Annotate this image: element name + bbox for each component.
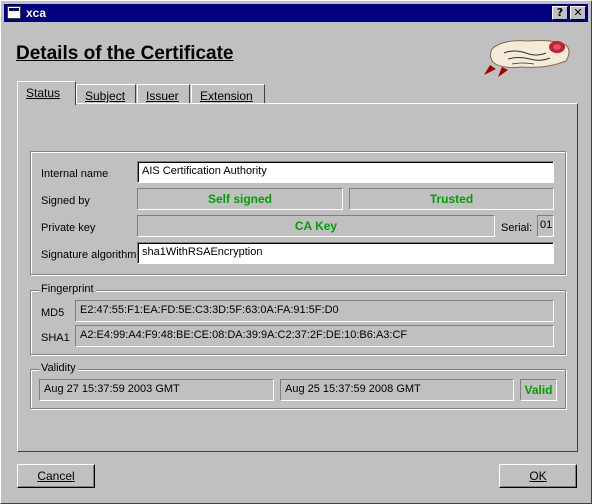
- ok-button[interactable]: OK: [499, 464, 577, 488]
- serial-value: 01: [537, 215, 554, 237]
- close-button[interactable]: ✕: [570, 6, 586, 20]
- signature-algorithm-label: Signature algorithm: [41, 249, 137, 261]
- trust-state-value: Trusted: [349, 188, 554, 210]
- not-before-value: Aug 27 15:37:59 2003 GMT: [39, 379, 274, 401]
- validity-legend: Validity: [39, 362, 78, 374]
- validity-groupbox: Validity Aug 27 15:37:59 2003 GMT Aug 25…: [30, 362, 566, 409]
- md5-value: E2:47:55:F1:EA:FD:5E:C3:3D:5F:63:0A:FA:9…: [75, 300, 554, 322]
- help-button[interactable]: ?: [552, 6, 568, 20]
- signed-by-label: Signed by: [41, 195, 90, 207]
- title-bar[interactable]: xca ? ✕: [4, 4, 588, 22]
- window-icon: [7, 6, 21, 19]
- private-key-value: CA Key: [137, 215, 495, 237]
- dialog-window: xca ? ✕ Details of the Certificate Statu…: [0, 0, 592, 504]
- tab-panel-status: Internal name AIS Certification Authorit…: [17, 103, 578, 452]
- validity-status-badge: Valid: [520, 379, 557, 401]
- cancel-button[interactable]: Cancel: [17, 464, 95, 488]
- md5-label: MD5: [41, 307, 65, 319]
- sha1-value: A2:E4:99:A4:F9:48:BE:CE:08:DA:39:9A:C2:3…: [75, 325, 554, 347]
- signed-by-value: Self signed: [137, 188, 343, 210]
- general-groupbox: Internal name AIS Certification Authorit…: [30, 151, 566, 275]
- fingerprint-groupbox: Fingerprint MD5 E2:47:55:F1:EA:FD:5E:C3:…: [30, 283, 566, 355]
- private-key-label: Private key: [41, 222, 96, 234]
- not-after-value: Aug 25 15:37:59 2008 GMT: [280, 379, 514, 401]
- signature-algorithm-field[interactable]: sha1WithRSAEncryption: [137, 242, 554, 264]
- fingerprint-legend: Fingerprint: [39, 283, 96, 295]
- internal-name-field[interactable]: AIS Certification Authority: [137, 161, 554, 183]
- seal-scroll-logo-icon: [484, 40, 570, 77]
- window-title: xca: [26, 6, 47, 20]
- sha1-label: SHA1: [41, 332, 70, 344]
- serial-label: Serial:: [501, 222, 533, 234]
- page-title: Details of the Certificate: [16, 43, 234, 64]
- internal-name-label: Internal name: [41, 168, 109, 180]
- tab-status[interactable]: Status: [17, 81, 76, 105]
